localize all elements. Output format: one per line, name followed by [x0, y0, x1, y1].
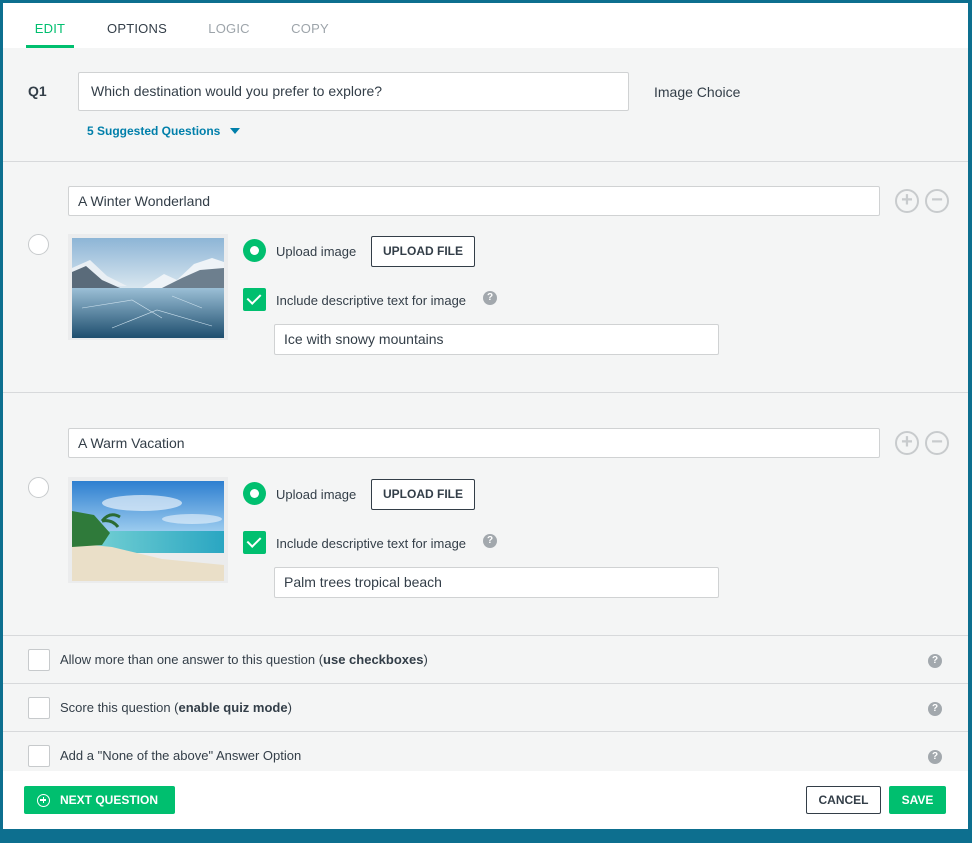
multiple-answers-label: Allow more than one answer to this quest… — [60, 652, 428, 667]
multiple-answers-checkbox[interactable] — [28, 649, 50, 671]
include-text-label: Include descriptive text for image — [276, 293, 467, 308]
help-icon[interactable]: ? — [483, 534, 497, 548]
option-row-multiple-answers: Allow more than one answer to this quest… — [3, 636, 968, 684]
answer-radio[interactable] — [28, 234, 49, 255]
answer-image-thumbnail — [68, 477, 228, 583]
next-question-button[interactable]: NEXT QUESTION — [24, 786, 175, 814]
caret-down-icon — [230, 128, 241, 134]
add-answer-icon[interactable]: + — [895, 431, 919, 455]
add-answer-icon[interactable]: + — [895, 189, 919, 213]
winter-landscape-image — [72, 238, 224, 338]
upload-image-label: Upload image — [276, 487, 357, 502]
none-of-above-label: Add a "None of the above" Answer Option — [60, 748, 302, 763]
include-text-checkbox[interactable] — [243, 531, 266, 554]
tab-options[interactable]: OPTIONS — [106, 3, 168, 48]
quiz-mode-label: Score this question (enable quiz mode) — [60, 700, 292, 715]
none-of-above-checkbox[interactable] — [28, 745, 50, 767]
answer-image-thumbnail — [68, 234, 228, 340]
question-text-input[interactable]: Which destination would you prefer to ex… — [78, 72, 629, 111]
help-icon[interactable]: ? — [483, 291, 497, 305]
editor-tabs: EDIT OPTIONS LOGIC COPY — [3, 3, 968, 48]
remove-answer-icon[interactable]: − — [925, 189, 949, 213]
upload-file-button[interactable]: UPLOAD FILE — [371, 479, 475, 510]
image-description-input[interactable]: Palm trees tropical beach — [274, 567, 719, 598]
question-number: Q1 — [28, 83, 47, 99]
tab-logic[interactable]: LOGIC — [205, 3, 253, 48]
upload-image-label: Upload image — [276, 244, 357, 259]
suggested-questions-link[interactable]: 5 Suggested Questions — [87, 124, 241, 138]
image-description-input[interactable]: Ice with snowy mountains — [274, 324, 719, 355]
upload-image-radio[interactable] — [243, 482, 266, 505]
help-icon[interactable]: ? — [928, 654, 942, 668]
beach-image — [72, 481, 224, 581]
cancel-button[interactable]: CANCEL — [806, 786, 881, 814]
editor-footer: NEXT QUESTION CANCEL SAVE — [3, 771, 968, 829]
suggested-questions-label: 5 Suggested Questions — [87, 124, 221, 138]
answer-label-input[interactable]: A Winter Wonderland — [68, 186, 880, 216]
question-editor-panel: EDIT OPTIONS LOGIC COPY Q1 Which destina… — [3, 3, 968, 829]
question-header: Q1 Which destination would you prefer to… — [3, 48, 968, 162]
remove-answer-icon[interactable]: − — [925, 431, 949, 455]
option-row-quiz-mode: Score this question (enable quiz mode) ? — [3, 684, 968, 732]
question-type-selector[interactable]: Image Choice — [654, 84, 740, 100]
next-question-label: NEXT QUESTION — [60, 793, 159, 807]
include-text-label: Include descriptive text for image — [276, 536, 467, 551]
upload-image-radio[interactable] — [243, 239, 266, 262]
answer-row: A Warm Vacation + − Upload image UPLOAD … — [3, 393, 968, 636]
tab-edit[interactable]: EDIT — [26, 3, 74, 48]
quiz-mode-checkbox[interactable] — [28, 697, 50, 719]
answer-label-input[interactable]: A Warm Vacation — [68, 428, 880, 458]
tab-copy[interactable]: COPY — [286, 3, 334, 48]
include-text-checkbox[interactable] — [243, 288, 266, 311]
help-icon[interactable]: ? — [928, 702, 942, 716]
plus-circle-icon — [37, 793, 50, 807]
save-button[interactable]: SAVE — [889, 786, 946, 814]
help-icon[interactable]: ? — [928, 750, 942, 764]
answer-row: A Winter Wonderland + − Upload image UPL… — [3, 162, 968, 393]
answer-radio[interactable] — [28, 477, 49, 498]
upload-file-button[interactable]: UPLOAD FILE — [371, 236, 475, 267]
